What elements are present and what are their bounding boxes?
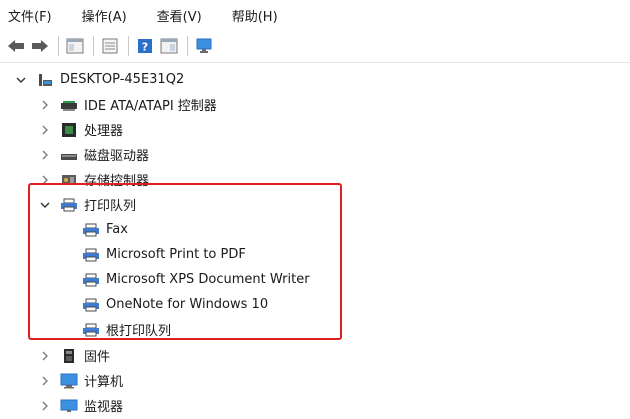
tree-child-print-to-pdf[interactable]: Microsoft Print to PDF [82,242,246,267]
monitor-icon [60,398,78,414]
tree-item-label: 磁盘驱动器 [84,149,150,164]
tree-child-onenote[interactable]: OneNote for Windows 10 [82,292,268,317]
tree-child-label: OneNote for Windows 10 [106,297,269,312]
tree-child-root-print-queue[interactable]: 根打印队列 [82,317,171,342]
tree-child-xps-writer[interactable]: Microsoft XPS Document Writer [82,267,310,292]
toolbar-separator [93,36,94,56]
properties-pane-icon[interactable] [65,36,85,56]
computer-tree-icon [36,72,54,88]
tree-item-storage-controller[interactable]: 存储控制器 [38,167,149,192]
ide-controller-icon [60,97,78,113]
printer-icon [82,322,100,338]
tree-item-label: 计算机 [84,375,124,390]
window-icon[interactable] [100,36,120,56]
toolbar-separator [128,36,129,56]
tree-item-computer[interactable]: 计算机 [38,368,123,393]
forward-arrow-icon[interactable] [30,36,50,56]
tree-item-monitor[interactable]: 监视器 [38,393,123,418]
processor-icon [60,122,78,138]
computer-icon [60,373,78,389]
menu-help[interactable]: 帮助(H) [228,4,282,27]
printer-icon [82,247,100,263]
toolbar: ? [0,32,630,60]
tree-child-fax[interactable]: Fax [82,217,128,242]
storage-controller-icon [60,172,78,188]
tree-item-label: 固件 [84,350,111,365]
chevron-right-icon[interactable] [38,349,52,363]
chevron-right-icon[interactable] [38,399,52,413]
chevron-right-icon[interactable] [38,374,52,388]
tree-item-disk-drive[interactable]: 磁盘驱动器 [38,142,149,167]
firmware-icon [60,348,78,364]
menu-action[interactable]: 操作(A) [78,4,131,27]
toolbar-separator [58,36,59,56]
tree-item-label: IDE ATA/ATAPI 控制器 [84,99,217,114]
chevron-right-icon[interactable] [38,98,52,112]
disk-drive-icon [60,147,78,163]
tree-child-label: 根打印队列 [106,324,172,339]
chevron-right-icon[interactable] [38,173,52,187]
tree-child-label: Microsoft Print to PDF [106,247,246,262]
tree-child-label: Microsoft XPS Document Writer [106,272,310,287]
tree-item-ide-controller[interactable]: IDE ATA/ATAPI 控制器 [38,92,217,117]
tree-root[interactable]: DESKTOP-45E31Q2 [14,67,184,92]
chevron-down-icon[interactable] [14,73,28,87]
monitor-icon[interactable] [194,36,214,56]
action-pane-icon[interactable] [159,36,179,56]
tree-item-firmware[interactable]: 固件 [38,343,110,368]
tree-item-processor[interactable]: 处理器 [38,117,123,142]
tree-item-label: 存储控制器 [84,174,150,189]
menu-view[interactable]: 查看(V) [153,4,206,27]
svg-text:?: ? [142,41,148,54]
menu-bar: 文件(F) 操作(A) 查看(V) 帮助(H) [0,0,630,30]
help-icon[interactable]: ? [135,36,155,56]
tree-item-print-queues[interactable]: 打印队列 [38,192,136,217]
tree-item-label: 处理器 [84,124,124,139]
chevron-down-icon[interactable] [38,198,52,212]
chevron-right-icon[interactable] [38,123,52,137]
back-arrow-icon[interactable] [6,36,26,56]
tree-item-label: 监视器 [84,400,124,415]
toolbar-divider [0,62,630,63]
menu-file[interactable]: 文件(F) [4,4,56,27]
printer-icon [82,297,100,313]
tree-child-label: Fax [106,222,128,237]
toolbar-separator [187,36,188,56]
tree-root-label: DESKTOP-45E31Q2 [60,72,185,87]
printer-icon [82,272,100,288]
tree-item-label: 打印队列 [84,199,137,214]
printer-icon [60,197,78,213]
printer-icon [82,222,100,238]
chevron-right-icon[interactable] [38,148,52,162]
